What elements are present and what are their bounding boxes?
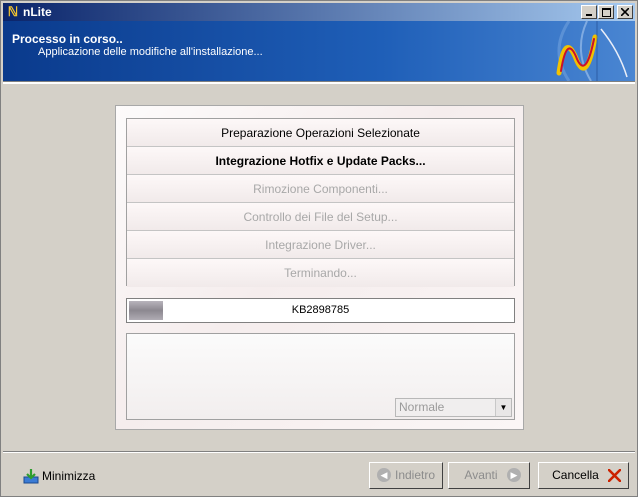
header-title: Processo in corso.. xyxy=(12,32,123,46)
back-arrow-icon: ◀ xyxy=(377,468,391,482)
step-item: Controllo dei File del Setup... xyxy=(127,203,514,231)
back-label: Indietro xyxy=(394,468,436,482)
steps-list: Preparazione Operazioni Selezionate Inte… xyxy=(126,118,515,287)
next-label: Avanti xyxy=(464,468,498,482)
step-item: Integrazione Hotfix e Update Packs... xyxy=(127,147,514,175)
progress-text: KB2898785 xyxy=(291,304,350,316)
maximize-icon xyxy=(602,8,611,17)
cancel-button[interactable]: Cancella xyxy=(538,462,629,489)
footer-divider xyxy=(3,451,635,453)
priority-select[interactable]: Normale ▼ xyxy=(395,398,512,417)
minimize-window-button[interactable] xyxy=(581,5,597,19)
cancel-label: Cancella xyxy=(552,468,599,482)
minimize-icon xyxy=(586,14,592,16)
step-item: Rimozione Componenti... xyxy=(127,175,514,203)
back-button[interactable]: ◀ Indietro xyxy=(369,462,443,489)
close-icon xyxy=(621,8,629,16)
cancel-x-icon xyxy=(608,469,621,482)
minimize-tray-icon xyxy=(23,469,39,484)
priority-select-value: Normale xyxy=(399,400,445,414)
header-divider xyxy=(3,81,635,84)
step-item: Preparazione Operazioni Selezionate xyxy=(127,119,514,147)
close-window-button[interactable] xyxy=(617,5,633,19)
header-subtitle: Applicazione delle modifiche all'install… xyxy=(38,46,263,58)
nlite-logo-icon: ℕ xyxy=(7,4,19,19)
next-arrow-icon: ▶ xyxy=(507,468,521,482)
progress-panel: Preparazione Operazioni Selezionate Inte… xyxy=(115,105,524,430)
log-box: Normale ▼ xyxy=(126,333,515,420)
minimize-label: Minimizza xyxy=(42,469,96,483)
dropdown-arrow-icon[interactable]: ▼ xyxy=(495,399,511,416)
title-bar[interactable]: ℕ nLite xyxy=(3,3,635,21)
progress-bar: KB2898785 xyxy=(126,298,515,323)
next-button[interactable]: Avanti ▶ xyxy=(448,462,530,489)
step-item: Integrazione Driver... xyxy=(127,231,514,259)
maximize-window-button[interactable] xyxy=(598,5,614,19)
step-item: Terminando... xyxy=(127,259,514,287)
page-header: Processo in corso.. Applicazione delle m… xyxy=(3,21,635,81)
window-title: nLite xyxy=(23,5,52,19)
nlite-window: ℕ nLite Processo in corso.. Applicazione… xyxy=(0,0,638,497)
nlite-header-logo xyxy=(556,21,628,81)
